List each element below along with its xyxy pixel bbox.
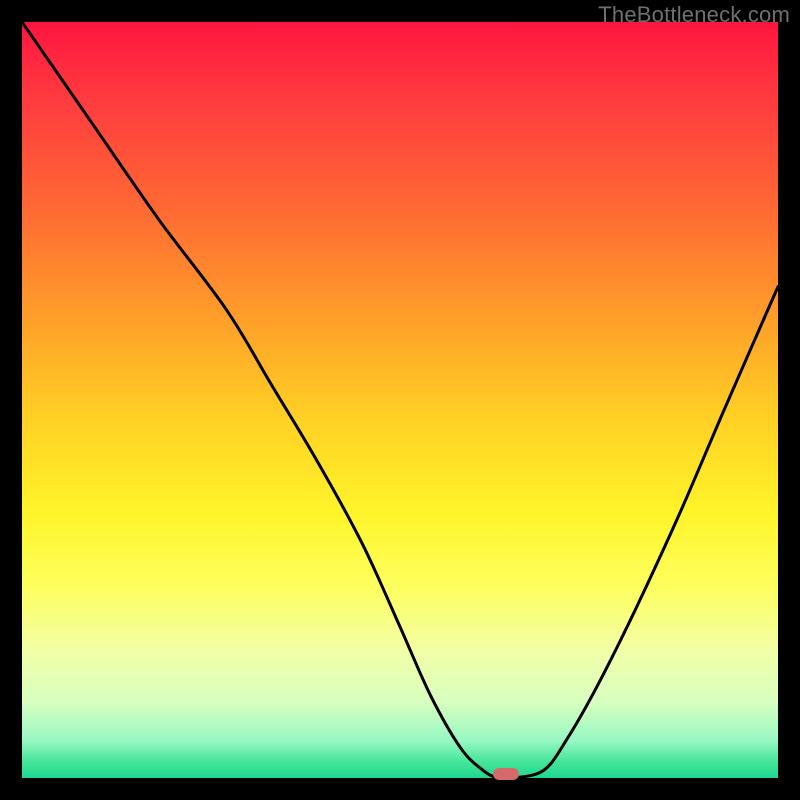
plot-area bbox=[22, 22, 778, 778]
bottleneck-curve bbox=[22, 22, 778, 778]
chart-frame: TheBottleneck.com bbox=[0, 0, 800, 800]
optimum-marker bbox=[493, 768, 519, 780]
